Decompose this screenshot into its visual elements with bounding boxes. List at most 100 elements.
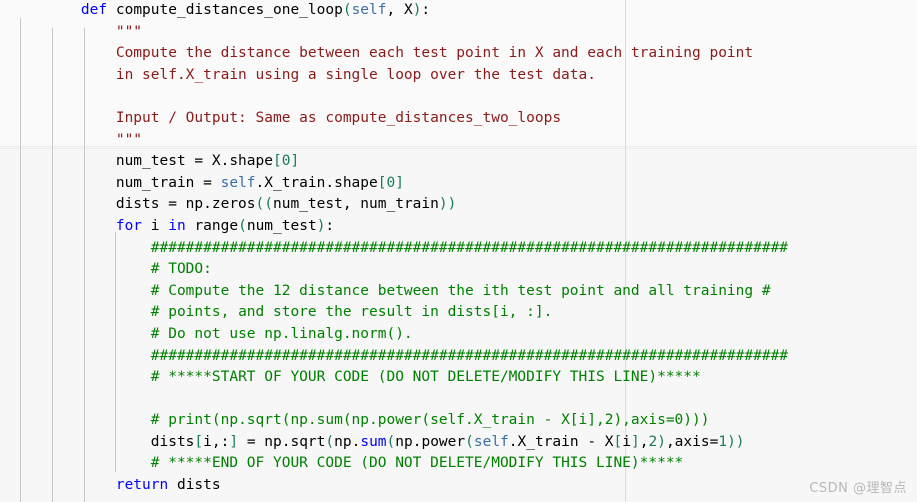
code-token-cmt: # Do not use np.linalg.norm(). [150, 325, 413, 342]
code-token-pl: range [185, 217, 239, 234]
code-token-cmt: ########################################… [150, 347, 789, 364]
code-token-pl: compute_distances_one_loop [107, 2, 343, 18]
code-token-str: in self.X_train using a single loop over… [115, 66, 596, 83]
code-token-bi: sum [360, 433, 387, 450]
code-token-self: self [220, 174, 256, 191]
code-line[interactable]: ########################################… [0, 346, 917, 368]
code-token-cmt: # *****END OF YOUR CODE (DO NOT DELETE/M… [150, 455, 684, 472]
code-token-pl: num_test [246, 217, 317, 234]
code-token-pl: : [325, 217, 335, 234]
code-token-pl: np. [334, 433, 361, 450]
code-token-pl: dists [168, 477, 221, 494]
code-line[interactable]: """ [0, 22, 917, 44]
code-token-pl: : [421, 2, 431, 18]
code-token-pl: np.power [395, 433, 466, 450]
code-token-brk: ] [229, 433, 239, 450]
code-token-kw: in [168, 217, 186, 234]
code-token-num: 0 [386, 174, 396, 191]
code-token-brk: [ [272, 153, 282, 170]
code-line[interactable]: # TODO: [0, 259, 917, 281]
code-token-brk: ] [290, 153, 300, 170]
code-token-pl: i [142, 217, 169, 234]
code-token-brk: ] [631, 433, 640, 450]
code-line[interactable]: """ [0, 130, 917, 152]
code-token-brk: [ [613, 433, 623, 450]
code-token-brk: ) [657, 433, 666, 450]
code-line[interactable]: # *****END OF YOUR CODE (DO NOT DELETE/M… [0, 453, 917, 475]
code-token-cmt: # *****START OF YOUR CODE (DO NOT DELETE… [150, 369, 701, 386]
csdn-watermark: CSDN @理智点 [809, 481, 907, 496]
code-line[interactable]: # Do not use np.linalg.norm(). [0, 324, 917, 346]
code-line[interactable]: # points, and store the result in dists[… [0, 302, 917, 324]
code-line[interactable]: dists = np.zeros((num_test, num_train)) [0, 194, 917, 216]
code-token-kw: for [115, 217, 143, 234]
code-token-cmt: # print(np.sqrt(np.sum(np.power(self.X_t… [150, 412, 710, 429]
code-token-cmt: # Compute the 12 distance between the it… [150, 282, 771, 299]
code-token-pl: = np.sqrt [238, 433, 326, 450]
code-token-num: 1 [718, 433, 728, 450]
code-token-brk: ( [386, 433, 396, 450]
code-token-pl: i [622, 433, 632, 450]
code-token-self: self [473, 433, 509, 450]
code-token-brk: [ [194, 433, 204, 450]
code-line[interactable]: Input / Output: Same as compute_distance… [0, 108, 917, 130]
code-content[interactable]: def compute_distances_one_loop(self, X):… [0, 0, 917, 502]
code-line[interactable] [0, 86, 917, 108]
code-token-pl: ,axis= [665, 433, 719, 450]
code-token-brk: )) [438, 196, 457, 213]
code-line[interactable] [0, 389, 917, 411]
code-token-kw: def [80, 2, 108, 18]
code-token-brk: )) [727, 433, 745, 450]
code-token-pl: dists [150, 433, 195, 450]
code-token-brk: ] [395, 174, 404, 191]
code-line[interactable]: for i in range(num_test): [0, 216, 917, 238]
code-token-cmt: # points, and store the result in dists[… [150, 304, 553, 321]
code-token-pl: num_train = [115, 174, 221, 191]
code-line[interactable]: Compute the distance between each test p… [0, 43, 917, 65]
code-line[interactable]: num_test = X.shape[0] [0, 151, 917, 173]
code-token-str: """ [115, 23, 143, 40]
code-token-self: self [351, 2, 387, 18]
code-line[interactable]: dists[i,:] = np.sqrt(np.sum(np.power(sel… [0, 432, 917, 454]
code-token-brk: (( [255, 196, 273, 213]
code-line[interactable]: # *****START OF YOUR CODE (DO NOT DELETE… [0, 367, 917, 389]
code-token-cmt: # TODO: [150, 261, 212, 278]
code-line[interactable]: ########################################… [0, 238, 917, 260]
code-token-cmt: ########################################… [150, 239, 789, 256]
code-token-brk: ( [238, 217, 247, 234]
code-line[interactable]: in self.X_train using a single loop over… [0, 65, 917, 87]
code-token-pl: num_test = X.shape [115, 153, 273, 170]
code-line[interactable]: num_train = self.X_train.shape[0] [0, 173, 917, 195]
code-token-str: Compute the distance between each test p… [115, 45, 754, 62]
code-line[interactable]: def compute_distances_one_loop(self, X): [0, 0, 917, 22]
code-line[interactable]: # Compute the 12 distance between the it… [0, 281, 917, 303]
code-token-pl: , X [386, 2, 413, 18]
code-token-brk: ( [465, 433, 474, 450]
code-line[interactable]: # print(np.sqrt(np.sum(np.power(self.X_t… [0, 410, 917, 432]
code-token-pl: num_test, num_train [273, 196, 439, 213]
code-token-pl: dists = np.zeros [115, 196, 256, 213]
code-token-brk: ( [325, 433, 335, 450]
code-token-str: """ [115, 131, 143, 148]
code-line[interactable]: return dists [0, 475, 917, 497]
code-editor[interactable]: def compute_distances_one_loop(self, X):… [0, 0, 917, 502]
